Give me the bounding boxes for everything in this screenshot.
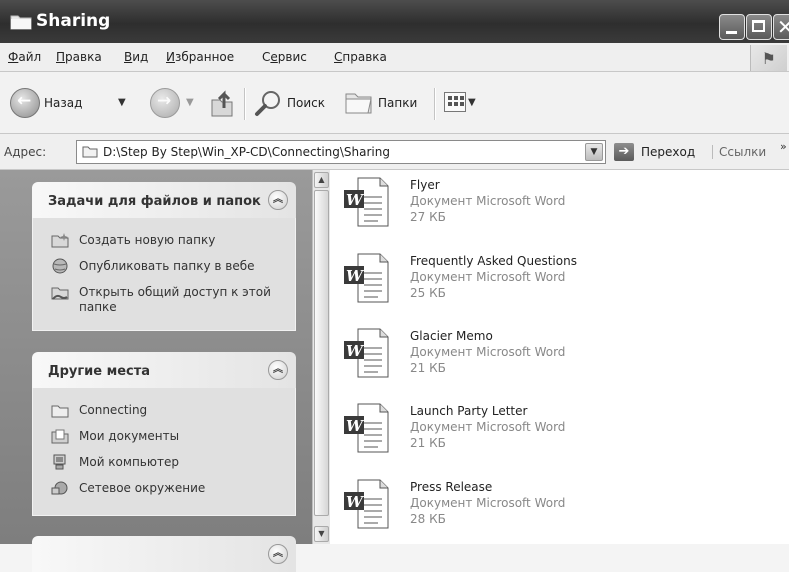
folder-icon [82,146,98,158]
address-input[interactable]: D:\Step By Step\Win_XP-CD\Connecting\Sha… [76,140,606,164]
other-places-title: Другие места [48,364,151,379]
network-places-icon [51,481,68,495]
minimize-button[interactable] [719,14,745,40]
web-publish-icon [52,258,68,274]
forward-dropdown-icon[interactable]: ▼ [186,97,194,108]
list-item[interactable]: W Launch Party Letter Документ Microsoft… [340,402,640,468]
task-pane-scrollbar[interactable]: ▲ ▼ [312,170,330,544]
back-button[interactable]: ← [10,88,40,118]
forward-arrow-icon: → [157,91,172,111]
links-label[interactable]: Ссылки [712,145,766,159]
scrollbar-thumb[interactable] [314,190,329,516]
collapse-icon[interactable]: ︽ [268,544,288,564]
maximize-icon [752,20,765,32]
menu-tools[interactable]: Сервис [262,50,307,64]
go-button[interactable]: ➔ [614,143,634,161]
svg-text:W: W [346,191,365,209]
address-label: Адрес: [4,145,47,159]
menu-edit[interactable]: Правка [56,50,102,64]
folder-icon [10,15,32,30]
forward-button[interactable]: → [150,88,180,118]
menu-help[interactable]: Справка [334,50,387,64]
menu-favorites[interactable]: Избранное [166,50,234,64]
search-label[interactable]: Поиск [287,96,325,110]
file-list: W Flyer Документ Microsoft Word 27 КБ W … [330,170,789,544]
other-places-header[interactable]: Другие места ︽ [32,352,296,388]
windows-flag-icon: ⚑ [763,49,775,68]
go-arrow-icon: ➔ [618,144,630,159]
word-document-icon: W [344,253,389,303]
address-dropdown-button[interactable]: ▼ [585,143,603,161]
list-item[interactable]: W Flyer Документ Microsoft Word 27 КБ [340,176,640,242]
title-bar[interactable]: Sharing ✕ [0,0,789,43]
views-grid-icon [448,96,452,100]
svg-text:W: W [346,342,365,360]
folder-icon [51,405,69,418]
window-title: Sharing [36,11,111,31]
folders-label[interactable]: Папки [378,96,417,110]
menu-view[interactable]: Вид [124,50,148,64]
svg-text:W: W [346,267,365,285]
toolbar-separator [434,88,436,120]
close-button[interactable]: ✕ [773,14,789,40]
task-pane: Задачи для файлов и папок ︽ Создать нову… [0,170,312,572]
views-dropdown-icon[interactable]: ▼ [468,97,476,108]
file-tasks-header[interactable]: Задачи для файлов и папок ︽ [32,182,296,218]
folders-icon[interactable] [344,88,374,116]
file-tasks-title: Задачи для файлов и папок [48,194,261,209]
details-header[interactable]: ︽ [32,536,296,572]
menu-bar: Файл Правка Вид Избранное Сервис Справка… [0,43,789,72]
up-folder-icon[interactable] [208,86,236,118]
word-document-icon: W [344,479,389,529]
scroll-up-icon[interactable]: ▲ [314,172,329,188]
address-path: D:\Step By Step\Win_XP-CD\Connecting\Sha… [103,145,390,159]
other-places-panel: Connecting Мои документы Мой компьютер С… [32,388,296,516]
word-document-icon: W [344,328,389,378]
word-document-icon: W [344,177,389,227]
search-icon[interactable] [254,88,284,118]
scroll-down-icon[interactable]: ▼ [314,526,329,542]
list-item[interactable]: W Frequently Asked Questions Документ Mi… [340,252,640,318]
list-item[interactable]: W Glacier Memo Документ Microsoft Word 2… [340,327,640,393]
my-computer-icon [53,454,66,470]
collapse-icon[interactable]: ︽ [268,190,288,210]
collapse-icon[interactable]: ︽ [268,360,288,380]
file-tasks-panel: Создать новую папку Опубликовать папку в… [32,218,296,331]
word-document-icon: W [344,403,389,453]
go-label[interactable]: Переход [641,145,695,159]
toolbar: ← Назад ▼ → ▼ Поиск Папки ▼ [0,72,789,134]
back-label[interactable]: Назад [44,96,82,110]
back-arrow-icon: ← [17,91,32,111]
new-folder-icon [51,233,69,248]
maximize-button[interactable] [746,14,772,40]
toolbar-separator [244,88,246,120]
my-documents-icon [51,429,69,444]
svg-text:W: W [346,493,365,511]
menu-file[interactable]: Файл [8,50,41,64]
close-icon: ✕ [777,15,789,39]
share-folder-icon [51,287,69,300]
windows-logo: ⚑ [750,45,787,71]
address-bar: Адрес: D:\Step By Step\Win_XP-CD\Connect… [0,134,789,170]
back-dropdown-icon[interactable]: ▼ [118,97,126,108]
minimize-icon [726,31,737,34]
list-item[interactable]: W Press Release Документ Microsoft Word … [340,478,640,544]
chevron-right-icon[interactable]: » [780,140,787,153]
views-button[interactable] [444,92,466,112]
svg-text:W: W [346,417,365,435]
